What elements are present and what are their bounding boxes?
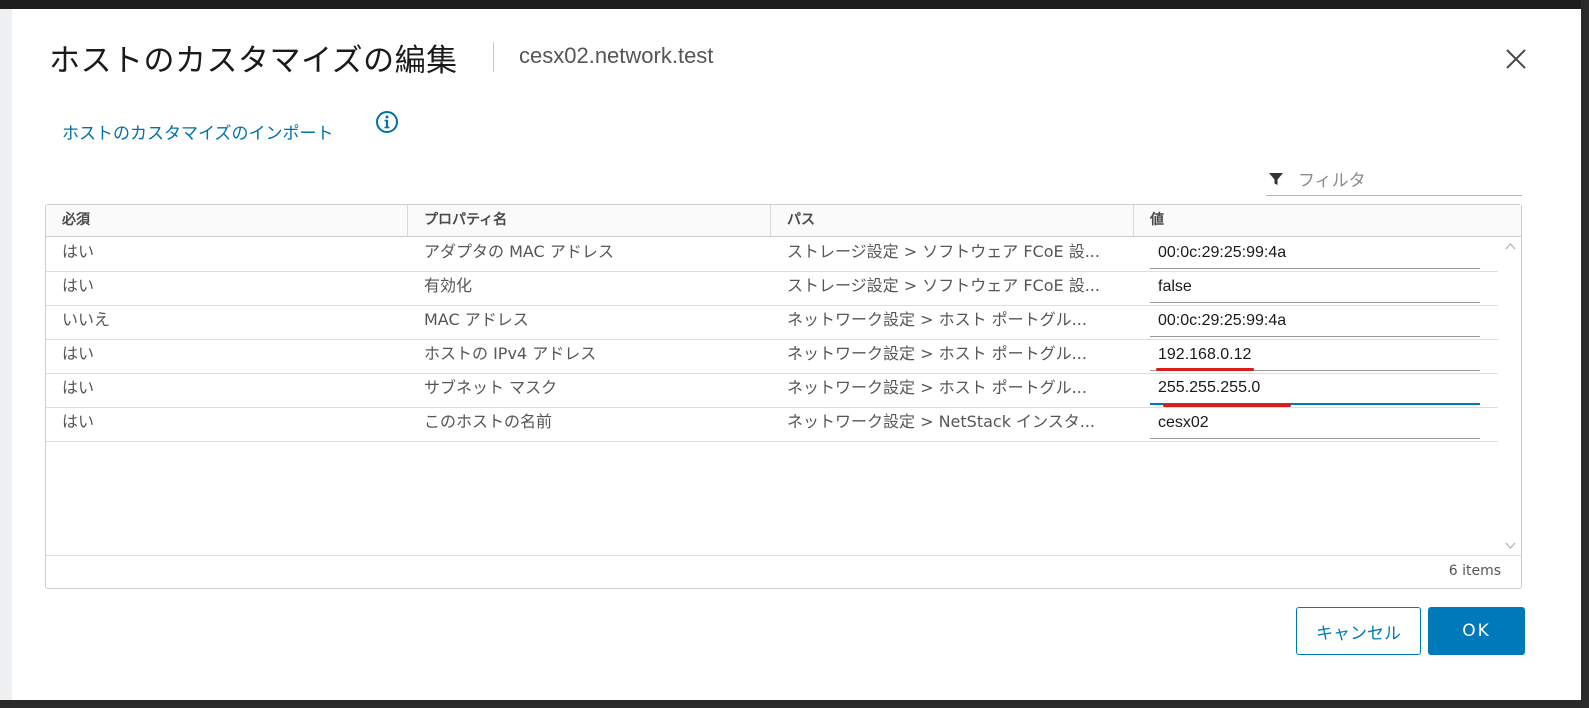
table-row: はい 有効化 ストレージ設定 > ソフトウェア FCoE 設...	[46, 271, 1498, 306]
cell-property: 有効化	[424, 276, 473, 295]
dialog-subtitle: cesx02.network.test	[519, 43, 714, 68]
column-header-required[interactable]: 必須	[46, 205, 408, 236]
column-header-property[interactable]: プロパティ名	[408, 205, 771, 236]
cell-required: いいえ	[62, 310, 111, 329]
value-input[interactable]	[1150, 305, 1480, 337]
value-input[interactable]	[1150, 407, 1480, 439]
value-input-focused[interactable]	[1150, 373, 1480, 405]
filter-icon	[1269, 173, 1283, 185]
cell-path: ネットワーク設定 > ホスト ポートグル...	[787, 310, 1087, 329]
import-host-customization-link[interactable]: ホストのカスタマイズのインポート	[62, 119, 334, 144]
cell-required: はい	[62, 276, 95, 295]
info-icon[interactable]	[374, 109, 400, 135]
table-row: はい サブネット マスク ネットワーク設定 > ホスト ポートグル...	[46, 373, 1498, 408]
cell-path: ストレージ設定 > ソフトウェア FCoE 設...	[787, 242, 1100, 261]
cell-property: ホストの IPv4 アドレス	[424, 344, 597, 363]
column-header-value[interactable]: 値	[1134, 205, 1520, 236]
filter-field	[1266, 167, 1522, 196]
background-bottom-edge	[0, 700, 1589, 708]
dialog-title: ホストのカスタマイズの編集	[49, 43, 458, 79]
cancel-button[interactable]: キャンセル	[1296, 607, 1421, 655]
cell-path: ネットワーク設定 > NetStack インスタ...	[787, 412, 1095, 431]
ok-button[interactable]: OK	[1428, 607, 1525, 655]
customization-grid: 必須 プロパティ名 パス 値 はい アダプタの MAC アドレス ストレージ設定…	[45, 204, 1522, 589]
grid-body: はい アダプタの MAC アドレス ストレージ設定 > ソフトウェア FCoE …	[46, 237, 1521, 555]
grid-header: 必須 プロパティ名 パス 値	[46, 205, 1521, 237]
cell-property: サブネット マスク	[424, 378, 558, 397]
cell-property: このホストの名前	[424, 412, 553, 431]
background-app-strip	[0, 0, 12, 708]
column-header-path[interactable]: パス	[771, 205, 1134, 236]
scroll-up-icon[interactable]	[1505, 241, 1516, 252]
table-row: はい このホストの名前 ネットワーク設定 > NetStack インスタ...	[46, 407, 1498, 442]
grid-footer: 6 items	[46, 555, 1521, 588]
grid-scrollbar[interactable]	[1502, 237, 1519, 555]
value-input[interactable]	[1150, 339, 1480, 371]
filter-input[interactable]	[1296, 167, 1520, 195]
cell-required: はい	[62, 378, 95, 397]
table-row: はい ホストの IPv4 アドレス ネットワーク設定 > ホスト ポートグル..…	[46, 339, 1498, 374]
cell-required: はい	[62, 242, 95, 261]
annotation-underline	[1156, 368, 1254, 371]
cell-path: ネットワーク設定 > ホスト ポートグル...	[787, 378, 1087, 397]
table-row: いいえ MAC アドレス ネットワーク設定 > ホスト ポートグル...	[46, 305, 1498, 340]
close-icon	[1506, 49, 1526, 69]
cell-path: ネットワーク設定 > ホスト ポートグル...	[787, 344, 1087, 363]
value-input[interactable]	[1150, 237, 1480, 269]
table-row: はい アダプタの MAC アドレス ストレージ設定 > ソフトウェア FCoE …	[46, 237, 1498, 272]
cell-required: はい	[62, 412, 95, 431]
background-right-edge	[1581, 0, 1589, 708]
cell-property: アダプタの MAC アドレス	[424, 242, 614, 261]
title-separator	[493, 42, 494, 72]
item-count: 6 items	[1448, 563, 1501, 579]
close-button[interactable]	[1502, 45, 1530, 73]
value-input[interactable]	[1150, 271, 1480, 303]
cell-property: MAC アドレス	[424, 310, 529, 329]
scroll-down-icon[interactable]	[1505, 540, 1516, 551]
background-top-edge	[0, 0, 1589, 9]
edit-host-customization-dialog: ホストのカスタマイズの編集 cesx02.network.test ホストのカス…	[12, 9, 1569, 690]
cell-path: ストレージ設定 > ソフトウェア FCoE 設...	[787, 276, 1100, 295]
cell-required: はい	[62, 344, 95, 363]
